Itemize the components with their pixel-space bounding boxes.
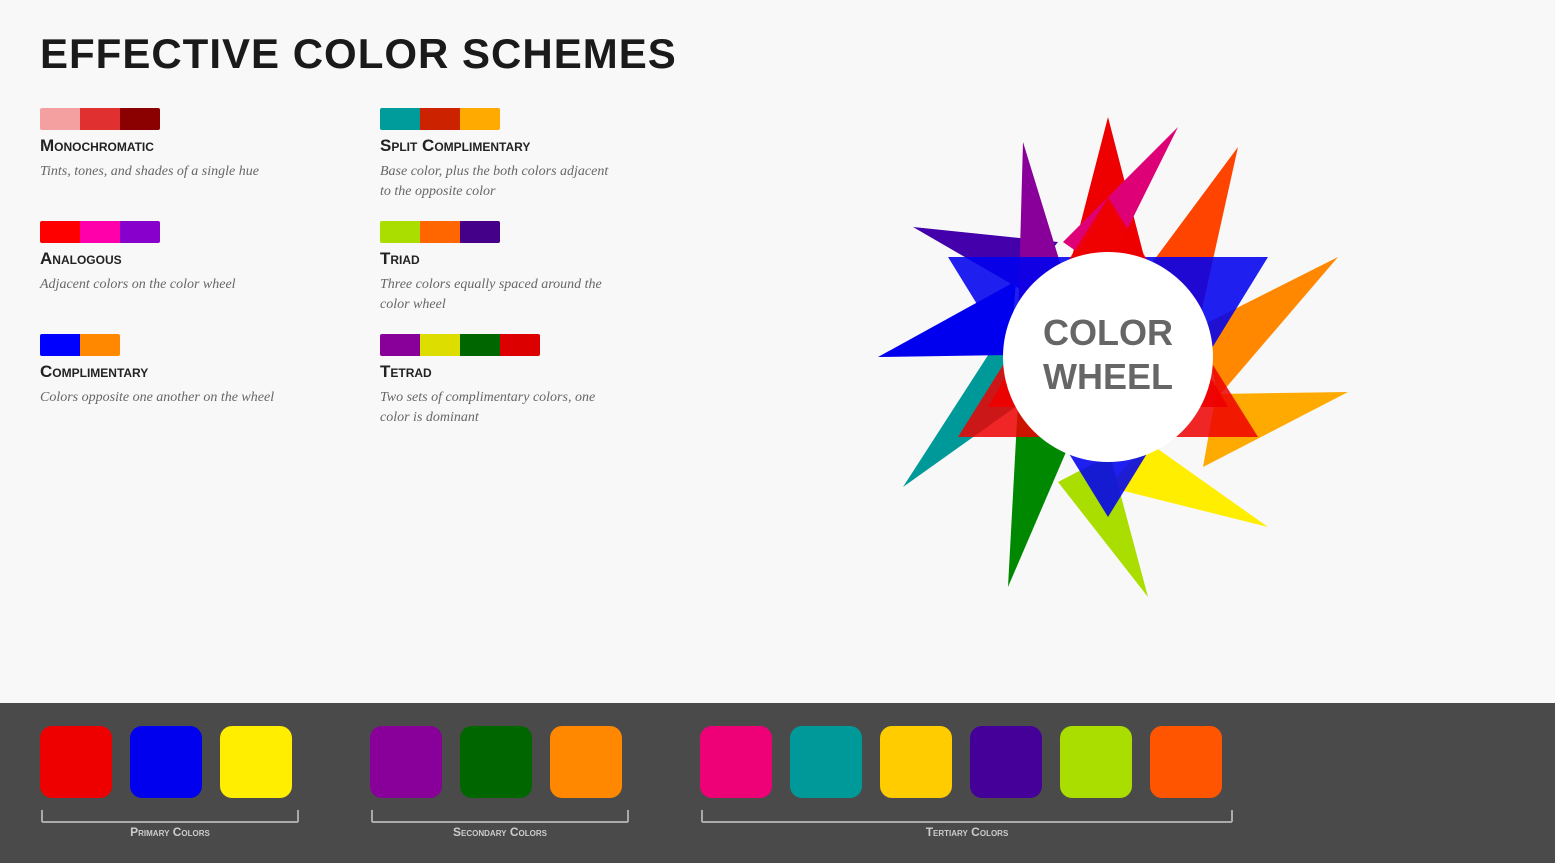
swatch [40, 108, 80, 130]
page-title: Effective Color Schemes [40, 30, 680, 78]
secondary-squares-row [370, 726, 622, 798]
scheme-name: Complimentary [40, 362, 340, 382]
tertiary-indigo [970, 726, 1042, 798]
swatch [40, 221, 80, 243]
tertiary-rose [700, 726, 772, 798]
scheme-desc: Three colors equally spaced around the c… [380, 275, 620, 314]
primary-colors-group: Primary Colors [40, 726, 300, 841]
scheme-desc: Two sets of complimentary colors, one co… [380, 388, 620, 427]
wheel-text-color: COLOR [1043, 312, 1173, 353]
scheme-monochromatic: Monochromatic Tints, tones, and shades o… [40, 108, 340, 201]
swatch [500, 334, 540, 356]
left-panel: Effective Color Schemes Monochromatic Ti… [40, 30, 680, 683]
svg-text:Secondary Colors: Secondary Colors [453, 825, 548, 836]
tetrad-bar [380, 334, 540, 356]
swatch [80, 108, 120, 130]
tertiary-amber [880, 726, 952, 798]
triad-bar [380, 221, 500, 243]
tertiary-squares-row [700, 726, 1222, 798]
scheme-desc: Base color, plus the both colors adjacen… [380, 162, 620, 201]
scheme-tetrad: Tetrad Two sets of complimentary colors,… [380, 334, 680, 427]
scheme-desc: Adjacent colors on the color wheel [40, 275, 280, 295]
primary-label-row: Primary Colors [40, 808, 300, 841]
swatch [120, 221, 160, 243]
tertiary-bracket-svg: Tertiary Colors [700, 808, 1234, 836]
scheme-name: Tetrad [380, 362, 680, 382]
swatch [380, 334, 420, 356]
scheme-name: Monochromatic [40, 136, 340, 156]
wheel-text-wheel: WHEEL [1043, 356, 1173, 397]
primary-blue [130, 726, 202, 798]
scheme-name: Analogous [40, 249, 340, 269]
tertiary-vermillion [1150, 726, 1222, 798]
swatch [460, 334, 500, 356]
scheme-analogous: Analogous Adjacent colors on the color w… [40, 221, 340, 314]
tertiary-teal [790, 726, 862, 798]
scheme-triad: Triad Three colors equally spaced around… [380, 221, 680, 314]
analogous-bar [40, 221, 160, 243]
scheme-name: Triad [380, 249, 680, 269]
secondary-orange [550, 726, 622, 798]
scheme-name: Split Complimentary [380, 136, 680, 156]
secondary-label-row: Secondary Colors [370, 808, 630, 841]
swatch [460, 221, 500, 243]
schemes-grid: Monochromatic Tints, tones, and shades o… [40, 108, 680, 428]
svg-text:Tertiary Colors: Tertiary Colors [926, 825, 1009, 836]
main-container: Effective Color Schemes Monochromatic Ti… [0, 0, 1555, 863]
scheme-split-complimentary: Split Complimentary Base color, plus the… [380, 108, 680, 201]
swatch [80, 334, 120, 356]
primary-red [40, 726, 112, 798]
wheel-svg: COLOR WHEEL [848, 97, 1368, 617]
swatch [380, 221, 420, 243]
monochromatic-bar [40, 108, 160, 130]
scheme-desc: Tints, tones, and shades of a single hue [40, 162, 280, 182]
swatch [420, 221, 460, 243]
swatch [420, 334, 460, 356]
swatch [380, 108, 420, 130]
primary-bracket-svg: Primary Colors [40, 808, 300, 836]
secondary-green [460, 726, 532, 798]
bottom-bar: Primary Colors Secondary Colors [0, 703, 1555, 863]
primary-yellow [220, 726, 292, 798]
split-bar [380, 108, 500, 130]
swatch [80, 221, 120, 243]
scheme-complimentary: Complimentary Colors opposite one anothe… [40, 334, 340, 427]
tertiary-chartreuse [1060, 726, 1132, 798]
complimentary-bar [40, 334, 120, 356]
svg-text:Primary Colors: Primary Colors [130, 825, 210, 836]
swatch [460, 108, 500, 130]
swatch [120, 108, 160, 130]
secondary-colors-group: Secondary Colors [370, 726, 630, 841]
swatch [40, 334, 80, 356]
swatch [420, 108, 460, 130]
wheel-container: COLOR WHEEL [700, 30, 1515, 683]
secondary-bracket-svg: Secondary Colors [370, 808, 630, 836]
primary-squares-row [40, 726, 292, 798]
tertiary-colors-group: Tertiary Colors [700, 726, 1234, 841]
secondary-purple [370, 726, 442, 798]
tertiary-label-row: Tertiary Colors [700, 808, 1234, 841]
scheme-desc: Colors opposite one another on the wheel [40, 388, 280, 408]
top-section: Effective Color Schemes Monochromatic Ti… [0, 0, 1555, 703]
color-wheel: COLOR WHEEL [848, 97, 1368, 617]
